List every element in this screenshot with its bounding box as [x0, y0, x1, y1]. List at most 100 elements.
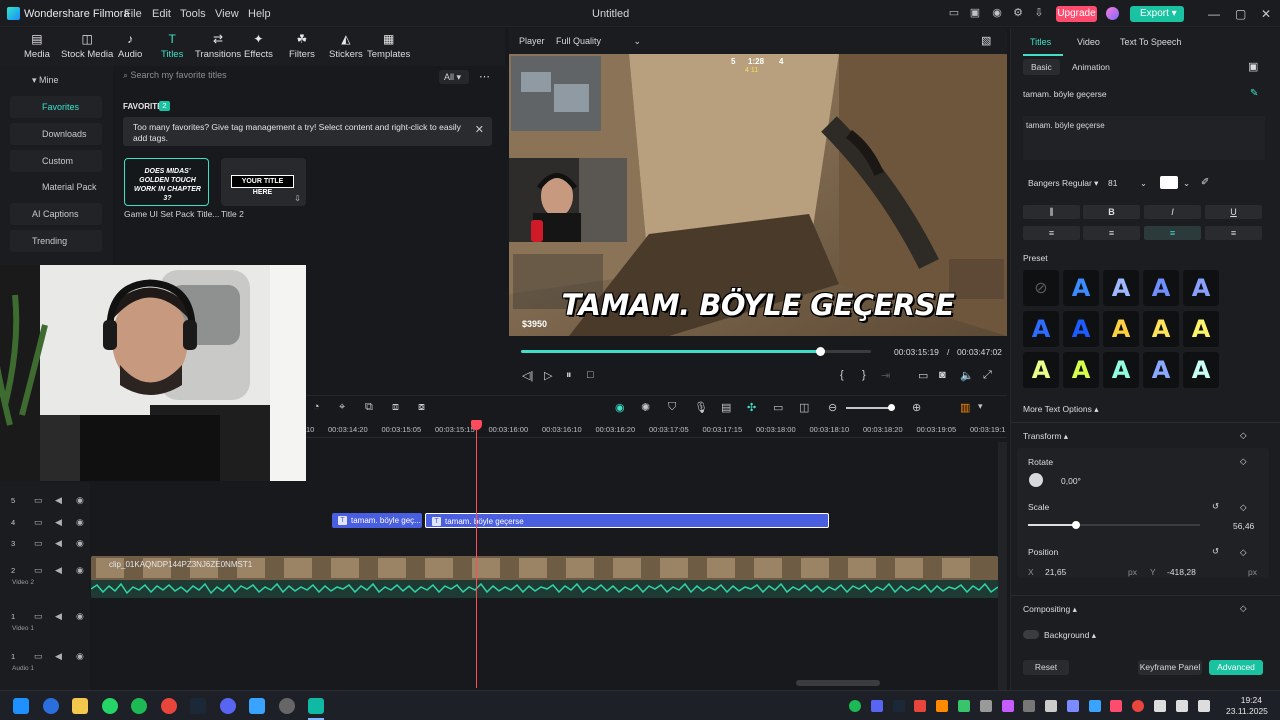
multiclip-icon[interactable]: ⧇	[418, 401, 425, 414]
eyedropper-icon[interactable]: ✐	[1201, 177, 1209, 188]
caption-text[interactable]: TAMAM. BÖYLE GEÇERSE	[509, 288, 1007, 322]
eye-icon[interactable]: ◉	[76, 611, 84, 622]
keyframe-panel-button[interactable]: Keyframe Panel	[1138, 660, 1202, 675]
text-content-field[interactable]: tamam. böyle geçerse	[1023, 116, 1265, 160]
align-left-button[interactable]: ≡	[1023, 226, 1080, 240]
eye-icon[interactable]: ◉	[76, 538, 84, 549]
progress-handle[interactable]	[816, 347, 825, 356]
compositing-heading[interactable]: Compositing ▴	[1023, 604, 1077, 615]
battery-icon[interactable]	[1198, 700, 1210, 712]
export-button[interactable]: Export ▾	[1130, 6, 1184, 22]
zoom-out-icon[interactable]: ⊖	[828, 401, 837, 414]
mark-in-icon[interactable]: {	[840, 369, 844, 381]
monitor-icon[interactable]: ▣	[968, 7, 982, 20]
ai-copy-icon[interactable]: ⧉	[365, 401, 373, 414]
sidebar-item-mine[interactable]: ▾ Mine	[10, 69, 102, 91]
folder-icon[interactable]: ▭	[34, 651, 43, 662]
taskbar-clock[interactable]: 19:24 23.11.2025	[1226, 695, 1268, 717]
preset-style[interactable]: A	[1143, 352, 1179, 388]
tray-app-icon[interactable]	[958, 700, 970, 712]
preset-style[interactable]: A	[1023, 311, 1059, 347]
eye-icon[interactable]: ◉	[76, 651, 84, 662]
pip-icon[interactable]: ▭	[773, 401, 783, 414]
folder-icon[interactable]: ▭	[34, 611, 43, 622]
snap-icon[interactable]: ◉	[615, 401, 625, 414]
sidebar-item-favorites[interactable]: Favorites	[10, 96, 102, 118]
timeline-ruler[interactable]: 10 00:03:14:20 00:03:15:05 00:03:15:15 00:03…	[306, 420, 1007, 438]
background-heading[interactable]: Background ▴	[1044, 630, 1096, 641]
subtab-basic[interactable]: Basic	[1023, 59, 1060, 75]
preset-style[interactable]: A	[1143, 270, 1179, 306]
zoom-slider-handle[interactable]	[888, 404, 895, 411]
file-explorer-icon[interactable]	[72, 698, 88, 714]
pos-x-value[interactable]: 21,65	[1045, 567, 1066, 577]
tab-filters[interactable]: ☘ Filters	[289, 32, 315, 60]
mark-out-icon[interactable]: }	[862, 369, 866, 381]
tab-stock-media[interactable]: ◫ Stock Media	[61, 32, 113, 60]
spotify-icon[interactable]	[131, 698, 147, 714]
download-icon[interactable]: ⇩	[294, 194, 301, 203]
zoom-in-icon[interactable]: ⊕	[912, 401, 921, 414]
color-swatch[interactable]	[1160, 176, 1178, 189]
network-icon[interactable]	[1154, 700, 1166, 712]
volume-icon[interactable]	[1176, 700, 1188, 712]
quality-select[interactable]: Full Quality ⌄	[556, 36, 641, 47]
ai-text-icon[interactable]: ✎	[1250, 88, 1258, 99]
timeline-scrollbar[interactable]	[998, 442, 1007, 690]
scale-slider-handle[interactable]	[1072, 521, 1080, 529]
prev-frame-icon[interactable]: ◁|	[522, 369, 533, 382]
steam-icon[interactable]	[190, 698, 206, 714]
preset-style[interactable]: A	[1023, 352, 1059, 388]
tray-app-icon[interactable]	[1067, 700, 1079, 712]
photos-icon[interactable]	[249, 698, 265, 714]
preset-style[interactable]: A	[1103, 311, 1139, 347]
sidebar-item-custom[interactable]: Custom	[10, 150, 102, 172]
avatar[interactable]	[1106, 7, 1119, 20]
voice-icon[interactable]: ▤	[721, 401, 731, 414]
tray-app-icon[interactable]	[1089, 700, 1101, 712]
speaker-icon[interactable]: ◀	[55, 495, 62, 506]
preset-style[interactable]: A	[1143, 311, 1179, 347]
background-toggle[interactable]	[1023, 630, 1039, 639]
menu-file[interactable]: File	[124, 8, 142, 20]
rotate-dial[interactable]	[1029, 473, 1043, 487]
sidebar-item-trending[interactable]: Trending	[10, 230, 102, 252]
keyframe-icon[interactable]: ◇	[1240, 547, 1247, 558]
maximize-icon[interactable]: ▢	[1235, 7, 1246, 21]
folder-icon[interactable]: ▭	[34, 538, 43, 549]
rotate-value[interactable]: 0,00°	[1061, 476, 1081, 486]
filmora-taskbar-icon[interactable]	[308, 698, 324, 714]
tray-discord-icon[interactable]	[871, 700, 883, 712]
color-match-icon[interactable]: ⌖	[339, 401, 345, 414]
fullscreen-icon[interactable]: ⤢	[983, 369, 992, 382]
preset-style[interactable]: A	[1183, 270, 1219, 306]
folder-icon[interactable]: ▭	[34, 495, 43, 506]
speaker-icon[interactable]: ◀	[55, 517, 62, 528]
tray-app-icon[interactable]	[1110, 700, 1122, 712]
horizontal-scrollbar[interactable]	[796, 680, 880, 686]
preset-style[interactable]: A	[1103, 352, 1139, 388]
chevron-down-icon[interactable]: ▾	[978, 401, 983, 412]
close-icon[interactable]: ✕	[1261, 7, 1271, 21]
speaker-icon[interactable]: ◀	[55, 538, 62, 549]
settings-icon[interactable]: ⚙	[1011, 7, 1025, 20]
reset-icon[interactable]: ↺	[1212, 501, 1219, 512]
pos-y-value[interactable]: -418,28	[1167, 567, 1196, 577]
title-clip[interactable]: Ttamam. böyle geç...	[332, 513, 422, 528]
tray-steam-icon[interactable]	[893, 700, 905, 712]
chrome-icon[interactable]	[161, 698, 177, 714]
tray-app-icon[interactable]	[1002, 700, 1014, 712]
tab-video-props[interactable]: Video	[1077, 37, 1100, 47]
playhead-line[interactable]	[476, 422, 477, 688]
menu-edit[interactable]: Edit	[152, 8, 171, 20]
crop-icon[interactable]: ⧈	[392, 401, 399, 414]
stop-icon[interactable]: □	[587, 369, 594, 381]
more-icon[interactable]: ⋯	[479, 70, 490, 83]
close-icon[interactable]: ✕	[475, 125, 484, 136]
audio-meter-icon[interactable]: ▥	[960, 401, 970, 414]
caption-icon[interactable]: ◫	[799, 401, 809, 414]
title-card[interactable]: YOUR TITLE HERE ⇩	[221, 158, 306, 206]
video-clip[interactable]: clip_01KAQNDP144PZ3NJ6ZE0NMST1	[91, 556, 998, 598]
tab-effects[interactable]: ✦ Effects	[244, 32, 273, 60]
scale-value[interactable]: 56,46	[1233, 521, 1254, 531]
